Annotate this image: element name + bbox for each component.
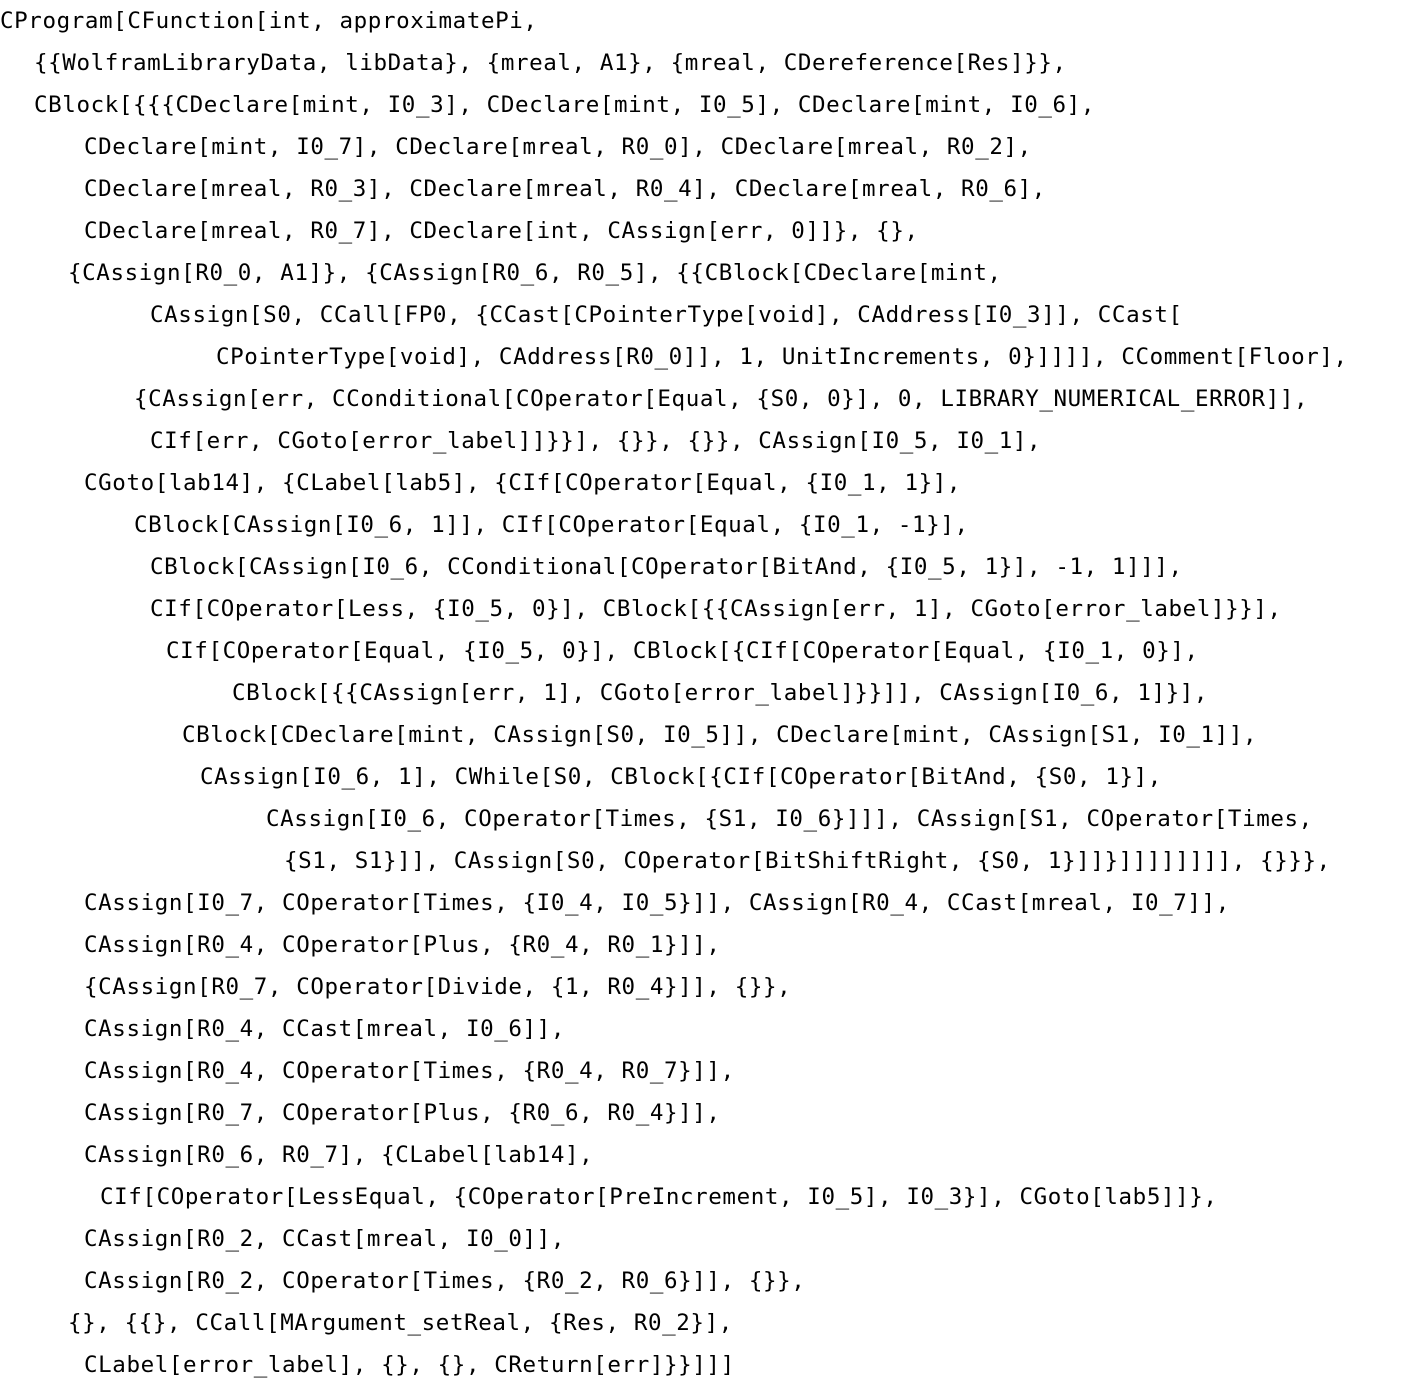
code-line: CAssign[S0, CCall[FP0, {CCast[CPointerTy… [150,302,1183,328]
code-line: {{WolframLibraryData, libData}, {mreal, … [34,50,1067,76]
code-line: CProgram[CFunction[int, approximatePi, [0,8,538,34]
code-line: CBlock[{{CAssign[err, 1], CGoto[error_la… [232,680,1209,706]
code-line: CIf[err, CGoto[error_label]]}}], {}}, {}… [150,428,1042,454]
code-line: CIf[COperator[Less, {I0_5, 0}], CBlock[{… [150,596,1282,622]
code-line: CDeclare[mreal, R0_3], CDeclare[mreal, R… [84,176,1046,202]
code-line: CAssign[R0_2, COperator[Times, {R0_2, R0… [84,1268,806,1294]
code-line: CAssign[R0_7, COperator[Plus, {R0_6, R0_… [84,1100,721,1126]
code-line: CBlock[CAssign[I0_6, CConditional[COpera… [150,554,1183,580]
code-line: CDeclare[mreal, R0_7], CDeclare[int, CAs… [84,218,919,244]
code-line: CBlock[CDeclare[mint, CAssign[S0, I0_5]]… [182,722,1258,748]
code-line: CIf[COperator[Equal, {I0_5, 0}], CBlock[… [166,638,1199,664]
code-line: CAssign[R0_6, R0_7], {CLabel[lab14], [84,1142,594,1168]
code-line: CAssign[I0_6, COperator[Times, {S1, I0_6… [266,806,1313,832]
code-line: {CAssign[R0_0, A1]}, {CAssign[R0_6, R0_5… [68,260,1002,286]
code-output: CProgram[CFunction[int, approximatePi, {{… [0,0,1426,1380]
code-line: {CAssign[R0_7, COperator[Divide, {1, R0_… [84,974,792,1000]
code-line: CAssign[R0_4, COperator[Plus, {R0_4, R0_… [84,932,721,958]
code-line: CAssign[R0_4, COperator[Times, {R0_4, R0… [84,1058,735,1084]
code-line: {}, {{}, CCall[MArgument_setReal, {Res, … [68,1310,733,1336]
code-line: CAssign[R0_2, CCast[mreal, I0_0]], [84,1226,565,1252]
code-line: CGoto[lab14], {CLabel[lab5], {CIf[COpera… [84,470,962,496]
code-line: CAssign[I0_7, COperator[Times, {I0_4, I0… [84,890,1230,916]
code-line: {CAssign[err, CConditional[COperator[Equ… [134,386,1309,412]
code-line: CAssign[R0_4, CCast[mreal, I0_6]], [84,1016,565,1042]
code-line: CDeclare[mint, I0_7], CDeclare[mreal, R0… [84,134,1032,160]
code-line: CBlock[{{{CDeclare[mint, I0_3], CDeclare… [34,92,1095,118]
code-line: CBlock[CAssign[I0_6, 1]], CIf[COperator[… [134,512,969,538]
code-line: CIf[COperator[LessEqual, {COperator[PreI… [100,1184,1218,1210]
code-line: CAssign[I0_6, 1], CWhile[S0, CBlock[{CIf… [200,764,1162,790]
code-line: CPointerType[void], CAddress[R0_0]], 1, … [216,344,1348,370]
code-line: {S1, S1}]], CAssign[S0, COperator[BitShi… [284,848,1331,874]
